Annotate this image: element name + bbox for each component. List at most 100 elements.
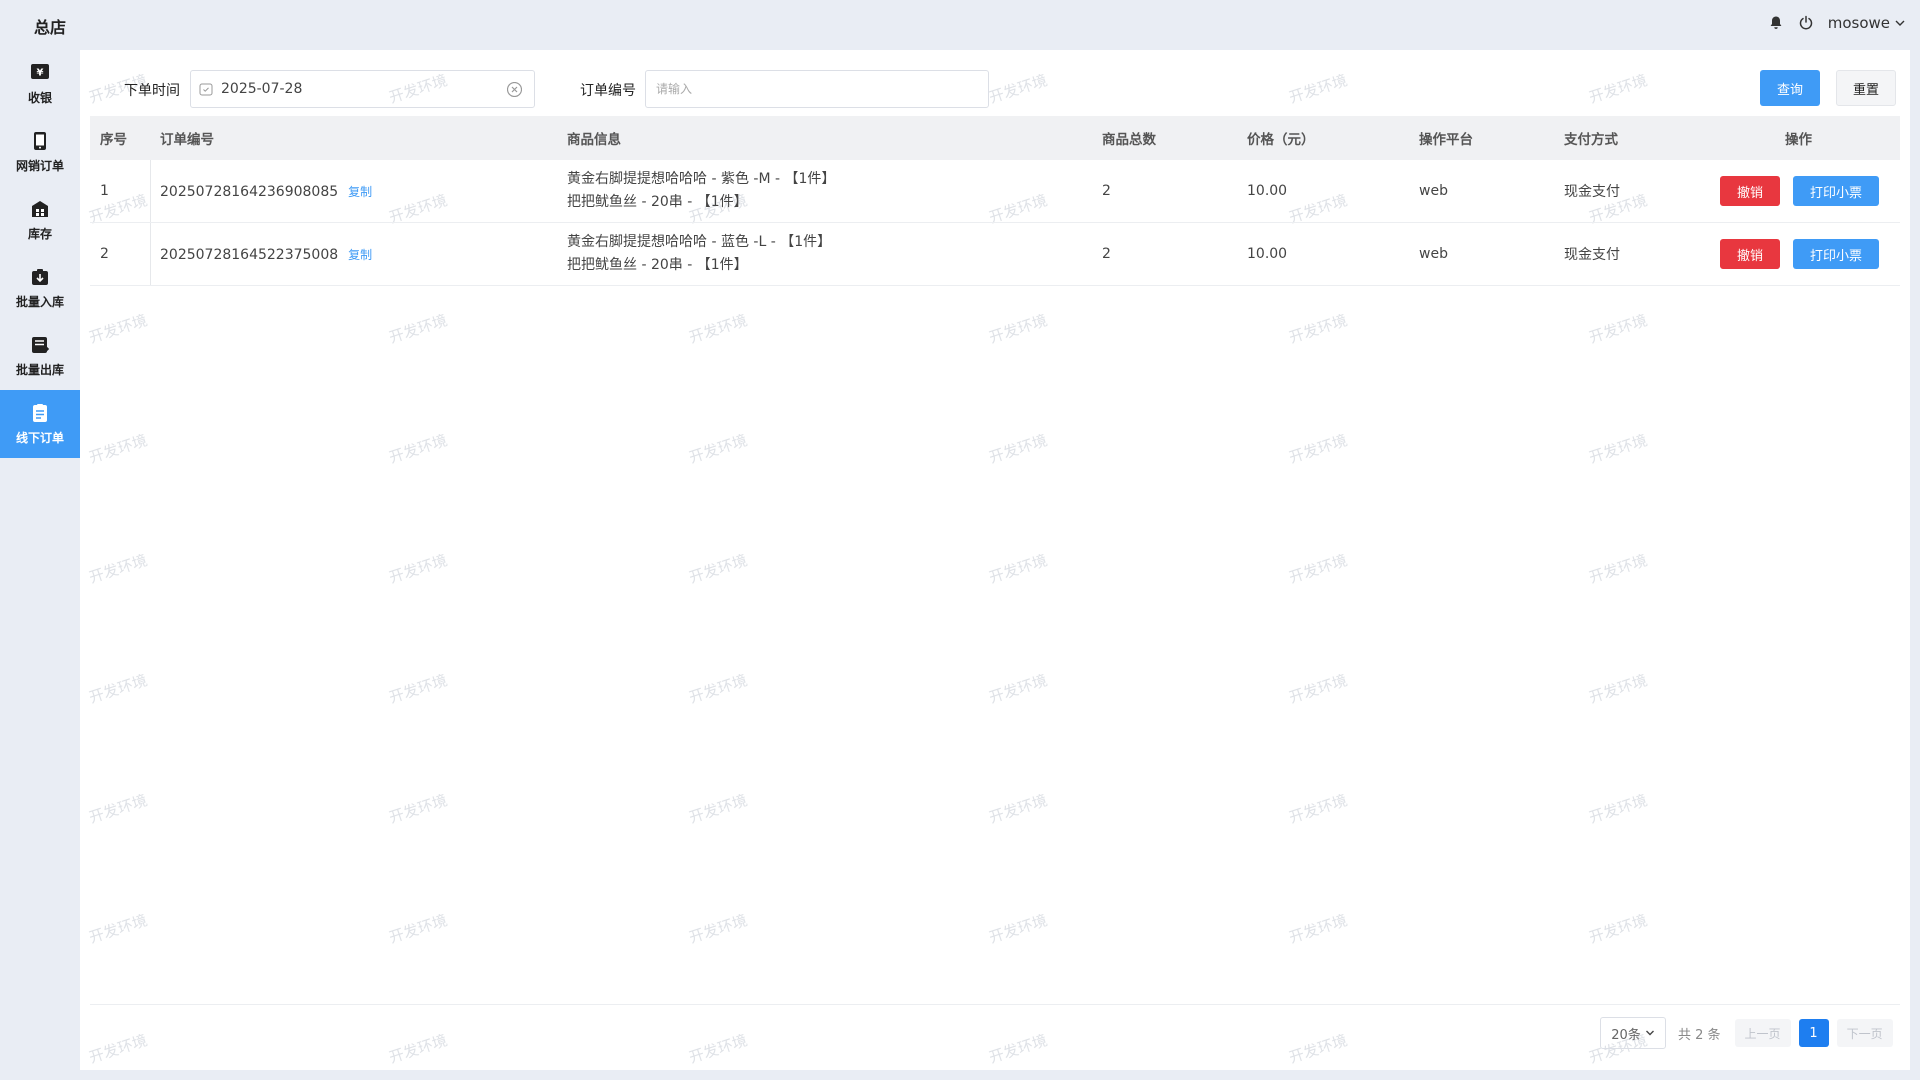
sidebar-item-batch-out[interactable]: 批量出库	[0, 322, 80, 390]
user-menu[interactable]: mosowe	[1828, 14, 1906, 32]
chevron-down-icon	[1895, 20, 1905, 26]
sidebar-item-label: 批量出库	[15, 362, 64, 377]
power-icon[interactable]	[1798, 15, 1814, 31]
sidebar-item-cashier[interactable]: ¥ 收银	[0, 50, 80, 118]
order-number: 20250728164236908085 复制	[160, 183, 372, 200]
goods-line: 黄金右脚提提想哈哈哈 - 紫色 -M - 【1件】	[567, 171, 836, 187]
watermark-text: 开发环境	[386, 1031, 450, 1067]
goods-line: 黄金右脚提提想哈哈哈 - 蓝色 -L - 【1件】	[567, 234, 832, 250]
watermark-text: 开发环境	[386, 671, 450, 707]
main-panel: 开发环境 开发环境 开发环境 开发环境 开发环境 开发环境 开发环境 开发环境 开发环境 开发环境…	[80, 50, 1910, 1070]
watermark-text: 开发环境	[86, 311, 150, 347]
column-header: 操作平台	[1419, 132, 1473, 148]
price: 10.00	[1247, 183, 1288, 199]
cancel-button[interactable]: 撤销	[1720, 176, 1780, 206]
sidebar-item-label: 线下订单	[15, 430, 64, 445]
watermark-text: 开发环境	[1286, 431, 1350, 467]
goods-total: 2	[1102, 183, 1111, 199]
watermark-text: 开发环境	[1586, 551, 1650, 587]
price: 10.00	[1247, 246, 1288, 262]
total-count: 共 2 条	[1678, 1027, 1721, 1043]
sidebar-item-batch-in[interactable]: 批量入库	[0, 254, 80, 322]
sidebar-item-inventory[interactable]: 库存	[0, 186, 80, 254]
copy-link[interactable]: 复制	[348, 248, 372, 262]
column-header: 商品总数	[1102, 132, 1156, 148]
platform: web	[1419, 183, 1448, 199]
watermark-text: 开发环境	[1286, 671, 1350, 707]
watermark-text: 开发环境	[686, 431, 750, 467]
watermark-text: 开发环境	[986, 311, 1050, 347]
platform: web	[1419, 246, 1448, 262]
watermark-text: 开发环境	[86, 431, 150, 467]
sidebar-item-label: 库存	[27, 226, 52, 241]
reset-button[interactable]: 重置	[1836, 70, 1896, 106]
calendar-icon	[199, 83, 213, 96]
bell-icon[interactable]	[1768, 15, 1784, 31]
sidebar-item-offline-orders[interactable]: 线下订单	[0, 390, 80, 458]
watermark-text: 开发环境	[686, 311, 750, 347]
column-header: 支付方式	[1564, 132, 1618, 148]
watermark-text: 开发环境	[686, 671, 750, 707]
watermark-text: 开发环境	[86, 791, 150, 827]
watermark-text: 开发环境	[1286, 791, 1350, 827]
clear-icon[interactable]	[506, 81, 523, 101]
sidebar-item-label: 网销订单	[15, 158, 64, 173]
table-row: 2 20250728164522375008 复制 黄金右脚提提想哈哈哈 - 蓝色…	[90, 223, 1900, 286]
print-receipt-button[interactable]: 打印小票	[1793, 239, 1879, 269]
goods-line: 把把鱿鱼丝 - 20串 - 【1件】	[567, 194, 748, 210]
store-name: 总店	[34, 18, 67, 37]
column-header: 订单编号	[160, 132, 214, 148]
query-button[interactable]: 查询	[1760, 70, 1820, 106]
sidebar-item-label: 批量入库	[15, 294, 64, 309]
prev-page-button[interactable]: 上一页	[1734, 1019, 1791, 1047]
watermark-text: 开发环境	[1286, 911, 1350, 947]
date-picker[interactable]: 2025-07-28	[190, 70, 535, 108]
page-size-select[interactable]: 20条	[1600, 1017, 1666, 1049]
warehouse-icon	[32, 200, 48, 217]
watermark-text: 开发环境	[386, 791, 450, 827]
next-page-button[interactable]: 下一页	[1836, 1019, 1893, 1047]
goods-info: 黄金右脚提提想哈哈哈 - 蓝色 -L - 【1件】 把把鱿鱼丝 - 20串 - …	[567, 231, 831, 277]
watermark-text: 开发环境	[986, 1031, 1050, 1067]
date-label: 下单时间	[124, 83, 180, 99]
sidebar-item-online-orders[interactable]: 网销订单	[0, 118, 80, 186]
pagination: 20条 共 2 条 上一页 1 下一页	[1600, 1017, 1893, 1049]
column-header: 操作	[1785, 132, 1812, 148]
sidebar-item-label: 收银	[27, 90, 52, 105]
watermark-text: 开发环境	[986, 911, 1050, 947]
copy-link[interactable]: 复制	[348, 185, 372, 199]
watermark-text: 开发环境	[1586, 431, 1650, 467]
goods-info: 黄金右脚提提想哈哈哈 - 紫色 -M - 【1件】 把把鱿鱼丝 - 20串 - …	[567, 168, 835, 214]
order-number-text: 20250728164522375008	[160, 246, 339, 263]
watermark-text: 开发环境	[686, 791, 750, 827]
top-right-tools: mosowe	[1768, 14, 1906, 32]
watermark-text: 开发环境	[1586, 311, 1650, 347]
watermark-text: 开发环境	[986, 791, 1050, 827]
watermark-text: 开发环境	[86, 911, 150, 947]
column-header: 序号	[100, 132, 127, 148]
top-bar: 总店 mosowe	[0, 0, 1920, 50]
watermark-text: 开发环境	[986, 551, 1050, 587]
watermark-text: 开发环境	[686, 551, 750, 587]
watermark-text: 开发环境	[386, 311, 450, 347]
order-no-input[interactable]	[645, 70, 989, 108]
watermark-text: 开发环境	[1286, 551, 1350, 587]
watermark-text: 开发环境	[1286, 1031, 1350, 1067]
watermark-text: 开发环境	[686, 911, 750, 947]
chevron-down-icon	[1645, 1030, 1654, 1036]
svg-text:¥: ¥	[37, 67, 44, 78]
payment-method: 现金支付	[1564, 184, 1620, 200]
order-number-text: 20250728164236908085	[160, 183, 339, 200]
row-index: 1	[100, 183, 109, 199]
table-header: 序号 订单编号 商品信息 商品总数 价格（元） 操作平台 支付方式 操作	[90, 116, 1900, 160]
row-index: 2	[100, 246, 109, 262]
goods-line: 把把鱿鱼丝 - 20串 - 【1件】	[567, 257, 748, 273]
order-number: 20250728164522375008 复制	[160, 246, 372, 263]
box-in-icon	[32, 268, 48, 285]
watermark-text: 开发环境	[386, 551, 450, 587]
cancel-button[interactable]: 撤销	[1720, 239, 1780, 269]
username: mosowe	[1827, 14, 1890, 32]
page-number-current[interactable]: 1	[1798, 1019, 1829, 1047]
column-header: 商品信息	[567, 132, 621, 148]
print-receipt-button[interactable]: 打印小票	[1793, 176, 1879, 206]
